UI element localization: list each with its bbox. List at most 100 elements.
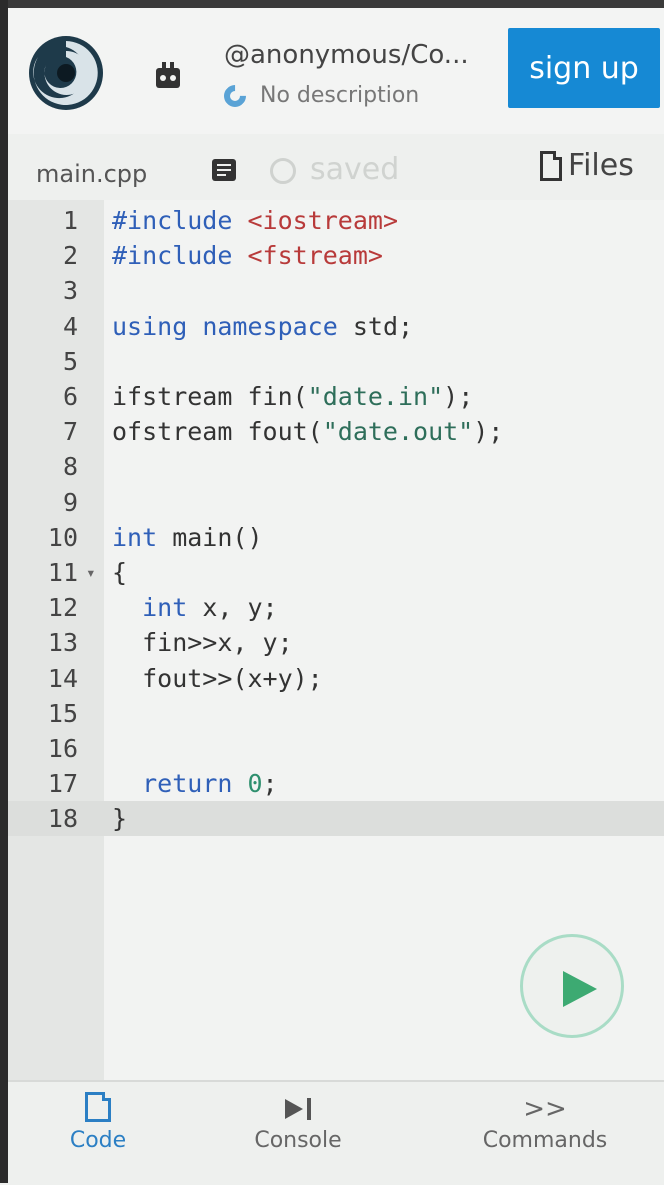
code-text: int x, y; bbox=[112, 590, 278, 625]
code-token: "date.out" bbox=[322, 417, 474, 447]
code-line[interactable]: 7 ofstream fout("date.out"); bbox=[8, 414, 664, 449]
code-text: { bbox=[112, 555, 127, 590]
code-line[interactable]: 18} bbox=[8, 801, 664, 837]
repl-title[interactable]: @anonymous/Co... bbox=[224, 40, 469, 70]
sign-up-button[interactable]: sign up bbox=[508, 28, 660, 108]
code-token: #include bbox=[112, 206, 233, 235]
fold-toggle-icon[interactable]: ▾ bbox=[86, 555, 96, 590]
code-line[interactable]: 11 ▾ { bbox=[8, 555, 664, 590]
line-number: 14 bbox=[47, 663, 78, 693]
code-line[interactable]: 14 fout>>(x+y); bbox=[8, 661, 664, 696]
header: @anonymous/Co... No description sign up bbox=[8, 8, 664, 134]
code-text: fin>>x, y; bbox=[112, 625, 293, 660]
tab-commands[interactable]: >> Commands bbox=[470, 1082, 620, 1182]
code-text: return 0; bbox=[112, 766, 278, 801]
line-number: 1 bbox=[62, 206, 78, 235]
code-line[interactable]: 15 bbox=[8, 696, 664, 731]
code-token: ofstream fout( bbox=[112, 417, 323, 447]
console-icon bbox=[285, 1096, 311, 1122]
code-line[interactable]: 13 fin>>x, y; bbox=[8, 625, 664, 660]
line-number: 17 bbox=[47, 769, 78, 799]
code-token: ifstream fin( bbox=[112, 382, 308, 411]
line-number: 15 bbox=[47, 698, 78, 728]
document-icon[interactable] bbox=[212, 159, 236, 181]
code-token: ); bbox=[473, 417, 504, 447]
code-token: using bbox=[112, 311, 188, 341]
code-text: #include <iostream> bbox=[112, 203, 398, 238]
code-token: int bbox=[142, 593, 188, 623]
code-token: return bbox=[142, 769, 233, 799]
line-number: 16 bbox=[47, 734, 78, 763]
code-token: main() bbox=[157, 522, 263, 552]
code-text: ifstream fin("date.in"); bbox=[112, 379, 473, 414]
run-button[interactable] bbox=[520, 934, 624, 1038]
code-token: std; bbox=[337, 311, 414, 341]
code-line[interactable]: 16 bbox=[8, 731, 664, 766]
code-token: <fstream> bbox=[247, 241, 383, 271]
line-number: 10 bbox=[47, 522, 78, 552]
tab-commands-label: Commands bbox=[482, 1128, 608, 1153]
code-line[interactable]: 8 bbox=[8, 449, 664, 484]
code-token: ); bbox=[443, 382, 474, 411]
line-number: 7 bbox=[62, 417, 78, 447]
code-line[interactable]: 17 return 0; bbox=[8, 766, 664, 801]
file-icon bbox=[540, 150, 562, 181]
line-number: 9 bbox=[62, 487, 78, 517]
file-bar: main.cpp saved Files bbox=[8, 134, 664, 200]
code-file-icon bbox=[85, 1092, 111, 1122]
code-token: 0 bbox=[247, 769, 263, 799]
line-number: 8 bbox=[62, 452, 78, 482]
code-line[interactable]: 5 bbox=[8, 344, 664, 379]
repl-description: No description bbox=[260, 83, 420, 108]
code-text: using namespace std; bbox=[112, 309, 413, 344]
code-text: int main() bbox=[112, 520, 263, 555]
code-line[interactable]: 4 using namespace std; bbox=[8, 309, 664, 344]
line-number: 18 bbox=[47, 804, 78, 834]
line-number: 5 bbox=[62, 346, 78, 376]
tab-code[interactable]: Code bbox=[58, 1082, 138, 1182]
code-token: namespace bbox=[202, 311, 338, 341]
code-line[interactable]: 10 int main() bbox=[8, 520, 664, 555]
code-token: } bbox=[112, 804, 128, 834]
line-number: 3 bbox=[62, 276, 78, 306]
code-token: <iostream> bbox=[247, 206, 398, 235]
code-line[interactable]: 12 int x, y; bbox=[8, 590, 664, 625]
chevrons-right-icon: >> bbox=[523, 1094, 567, 1124]
code-token: fout>>(x+y); bbox=[112, 663, 323, 693]
code-text: fout>>(x+y); bbox=[112, 661, 323, 696]
code-line[interactable]: 2 #include <fstream> bbox=[8, 238, 664, 273]
line-number: 12 bbox=[47, 593, 78, 623]
saved-status: saved bbox=[310, 152, 400, 187]
replit-spiral-logo-icon[interactable] bbox=[28, 35, 104, 111]
code-text: } bbox=[112, 801, 127, 836]
code-text: #include <fstream> bbox=[112, 238, 383, 273]
code-text: ofstream fout("date.out"); bbox=[112, 414, 503, 449]
bot-avatar-icon[interactable] bbox=[150, 58, 186, 94]
code-editor[interactable]: 1 #include <iostream> 2 #include <fstream> 3… bbox=[8, 200, 664, 1080]
repl-description-row: No description bbox=[219, 79, 420, 112]
code-token: ; bbox=[262, 769, 278, 799]
tab-console-label: Console bbox=[254, 1128, 342, 1153]
files-label: Files bbox=[568, 148, 634, 183]
history-icon[interactable] bbox=[270, 158, 296, 184]
code-line[interactable]: 6 ifstream fin("date.in"); bbox=[8, 379, 664, 414]
line-number: 2 bbox=[62, 241, 78, 271]
code-line[interactable]: 3 bbox=[8, 273, 664, 308]
code-line[interactable]: 1 #include <iostream> bbox=[8, 203, 664, 238]
code-token: int bbox=[112, 522, 158, 552]
cpp-c-icon bbox=[219, 79, 251, 112]
active-file-name[interactable]: main.cpp bbox=[36, 160, 147, 188]
code-token: #include bbox=[112, 241, 233, 271]
code-token: x, y; bbox=[187, 593, 278, 623]
files-button[interactable]: Files bbox=[540, 148, 634, 183]
tab-console[interactable]: Console bbox=[238, 1082, 358, 1182]
code-line[interactable]: 9 bbox=[8, 485, 664, 520]
line-number: 13 bbox=[47, 628, 78, 658]
code-token: "date.in" bbox=[307, 382, 444, 411]
